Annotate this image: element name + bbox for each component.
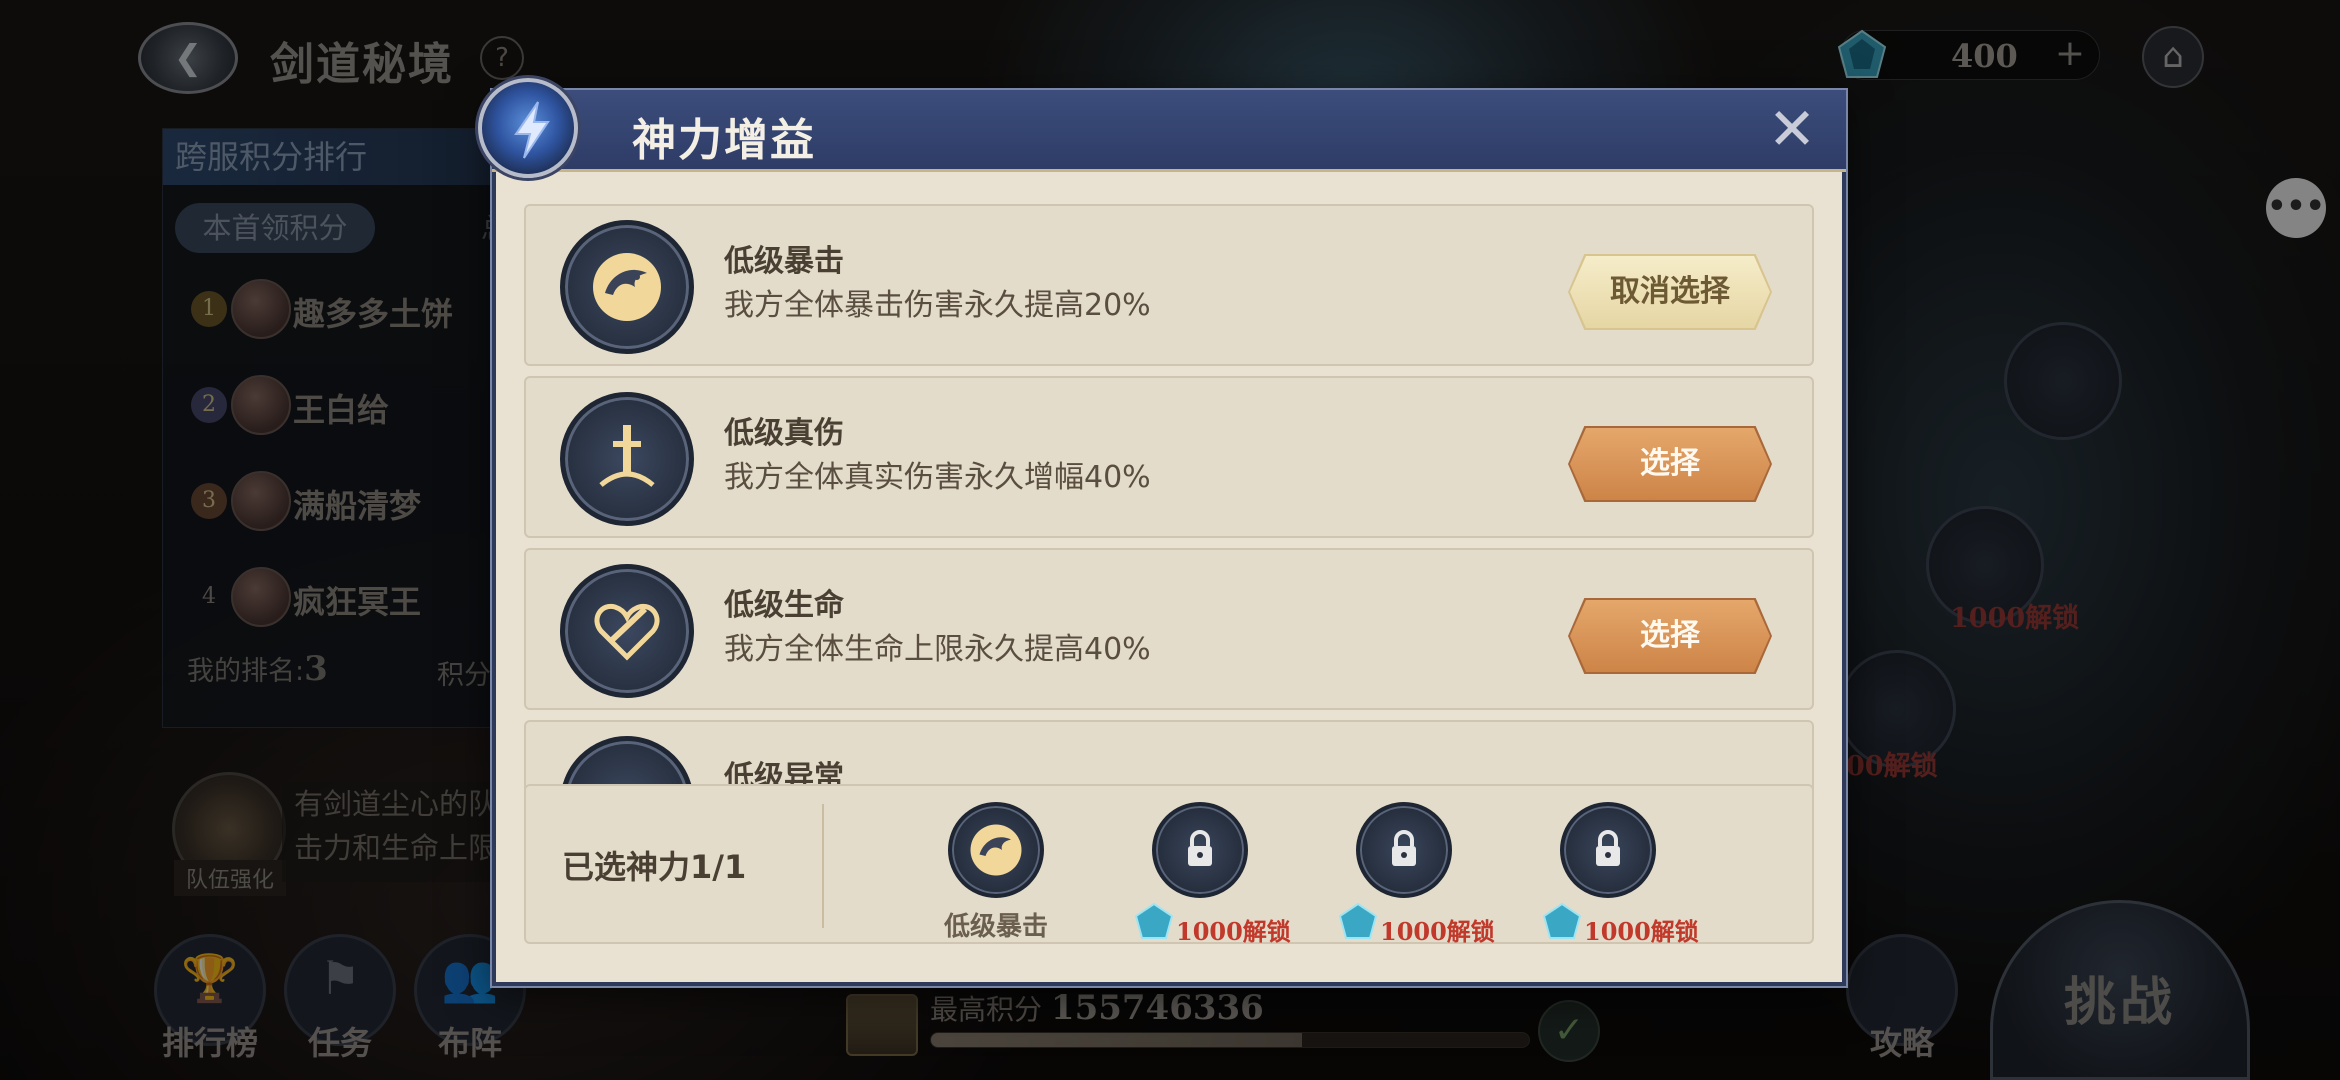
selected-buffs-bar: 已选神力1/1 低级暴击 1000解锁 1000解锁 1000解锁 (524, 784, 1814, 946)
lock-icon (1560, 802, 1656, 898)
cancel-select-button[interactable]: 取消选择 (1570, 256, 1770, 328)
locked-slot[interactable]: 1000解锁 (1334, 802, 1495, 946)
close-button[interactable]: ✕ (1762, 100, 1822, 160)
lock-icon (1356, 802, 1452, 898)
buff-row-life: 低级生命 我方全体生命上限永久提高40% 选择 (524, 548, 1814, 710)
buff-desc: 我方全体暴击伤害永久提高20% (724, 288, 1151, 323)
gem-icon (1134, 902, 1174, 939)
lock-icon (1152, 802, 1248, 898)
heart-shield-icon (560, 564, 694, 698)
buff-row-crit: 低级暴击 我方全体暴击伤害永久提高20% 取消选择 (524, 204, 1814, 366)
locked-slot[interactable]: 1000解锁 (1538, 802, 1699, 946)
divider (822, 804, 824, 928)
locked-slot[interactable]: 1000解锁 (1130, 802, 1291, 946)
buff-row-true-damage: 低级真伤 我方全体真实伤害永久增幅40% 选择 (524, 376, 1814, 538)
sword-icon (560, 392, 694, 526)
selected-count-label: 已选神力1/1 (562, 848, 747, 886)
lightning-emblem-icon (478, 78, 578, 178)
eagle-icon (948, 802, 1044, 898)
unlock-cost: 1000解锁 (1584, 917, 1699, 946)
close-icon: ✕ (1767, 95, 1817, 163)
modal-title: 神力增益 (632, 115, 816, 166)
modal-header: 神力增益 ✕ (478, 78, 1846, 178)
buff-list[interactable]: 低级暴击 我方全体暴击伤害永久提高20% 取消选择 低级真伤 我方全体真实伤害永… (516, 204, 1816, 864)
gem-icon (1542, 902, 1582, 939)
select-button[interactable]: 选择 (1570, 428, 1770, 500)
select-button[interactable]: 选择 (1570, 600, 1770, 672)
slot-label: 低级暴击 (943, 912, 1048, 942)
eagle-icon (560, 220, 694, 354)
buff-desc: 我方全体真实伤害永久增幅40% (724, 460, 1151, 495)
gem-icon (1338, 902, 1378, 939)
unlock-cost: 1000解锁 (1380, 917, 1495, 946)
divine-buff-modal: 神力增益 ✕ 低级暴击 我方全体暴击伤害永久提高20% 取消选择 低级真伤 我方… (478, 78, 1846, 986)
buff-name: 低级真伤 (724, 416, 844, 451)
buff-name: 低级生命 (724, 588, 844, 623)
buff-name: 低级暴击 (724, 244, 844, 279)
unlock-cost: 1000解锁 (1176, 917, 1291, 946)
selected-slot[interactable]: 低级暴击 (926, 802, 1066, 942)
buff-desc: 我方全体生命上限永久提高40% (724, 632, 1151, 667)
